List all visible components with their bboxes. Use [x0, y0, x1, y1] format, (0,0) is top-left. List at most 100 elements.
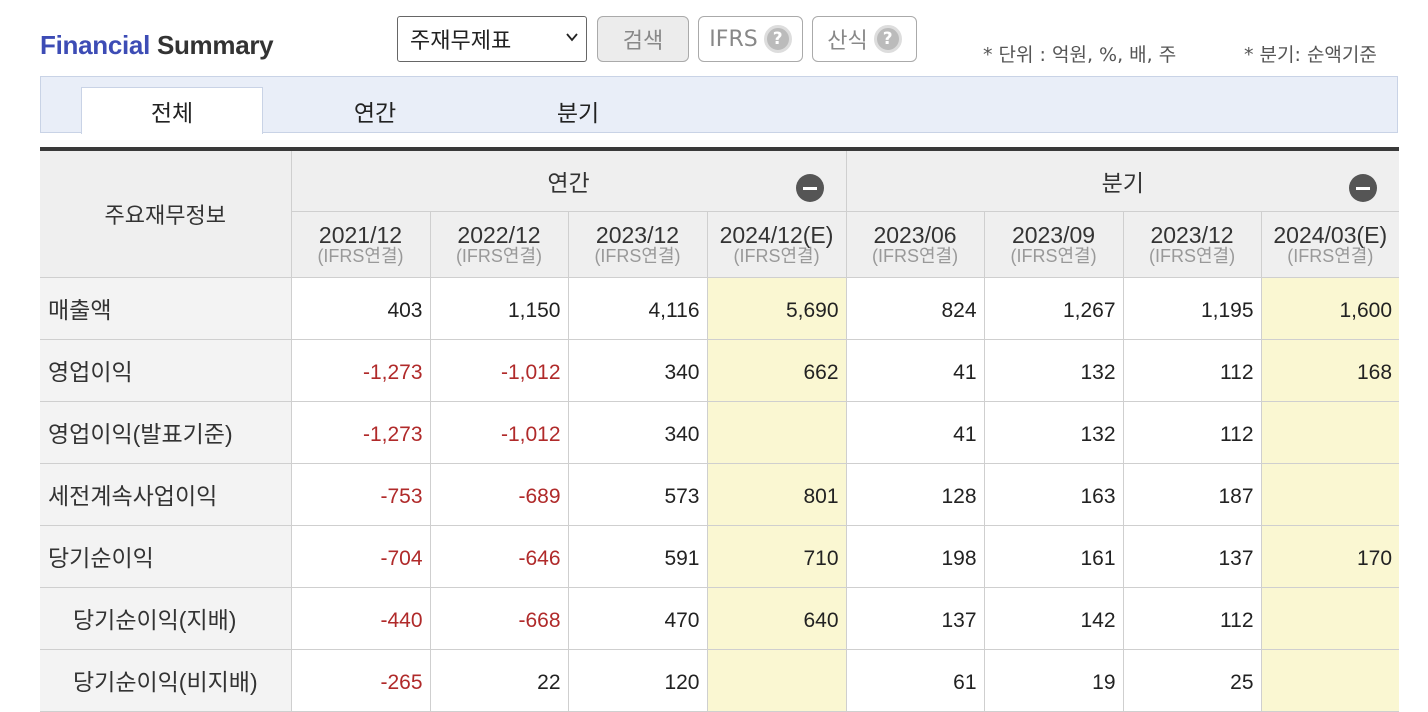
table-row: 당기순이익(지배) -440 -668 470 640 137 142 112: [40, 586, 1400, 650]
row-label[interactable]: 매출액: [40, 276, 292, 340]
title-financial: Financial: [40, 30, 150, 60]
table-cell: -689: [429, 462, 569, 526]
period-tab-bar: 전체 연간 분기: [40, 76, 1398, 134]
column-header: 2024/12(E) (IFRS연결): [706, 211, 847, 278]
table-cell: 161: [983, 524, 1124, 588]
search-button-label: 검색: [622, 29, 664, 54]
tab-annual[interactable]: 연간: [284, 87, 466, 134]
table-cell: 801: [706, 462, 847, 526]
column-period: 2022/12: [457, 221, 541, 248]
unit-note: * 단위 : 억원, %, 배, 주: [983, 44, 1177, 66]
column-period: 2023/12: [1150, 221, 1234, 248]
table-row: 세전계속사업이익 -753 -689 573 801 128 163 187: [40, 462, 1400, 526]
table-cell: 128: [845, 462, 985, 526]
row-label[interactable]: 당기순이익: [40, 524, 292, 588]
column-basis: (IFRS연결): [317, 246, 404, 267]
table-cell: 19: [983, 648, 1124, 712]
collapse-annual-icon[interactable]: [795, 174, 824, 202]
collapse-quarter-icon[interactable]: [1349, 174, 1378, 202]
table-cell: 710: [706, 524, 847, 588]
tab-annual-label: 연간: [353, 100, 397, 127]
table-cell: 22: [429, 648, 569, 712]
page-title: Financial Summary: [40, 30, 274, 61]
financial-summary-table: 주요재무정보 연간 분기 2021/12 (IFRS연결) 2022/12 (IFRS…: [40, 147, 1400, 712]
row-label[interactable]: 당기순이익(지배): [40, 586, 292, 650]
table-row: 매출액 403 1,150 4,116 5,690 824 1,267 1,195 1,600: [40, 276, 1400, 340]
column-period: 2023/12: [595, 221, 680, 248]
table-cell: 1,267: [983, 276, 1124, 340]
table-cell: [1260, 586, 1400, 650]
table-cell: 1,600: [1260, 276, 1400, 340]
column-basis: (IFRS연결): [1287, 246, 1374, 267]
tab-all[interactable]: 전체: [81, 87, 263, 134]
table-cell: 41: [845, 400, 985, 464]
row-label[interactable]: 영업이익(발표기준): [40, 400, 292, 464]
tab-quarter[interactable]: 분기: [487, 87, 669, 134]
column-header: 2023/12 (IFRS연결): [567, 211, 708, 278]
table-cell: -704: [290, 524, 431, 588]
table-cell: [1260, 462, 1400, 526]
table-cell: 662: [706, 338, 847, 402]
table-cell: 41: [845, 338, 985, 402]
table-cell: 5,690: [706, 276, 847, 340]
table-row: 영업이익 -1,273 -1,012 340 662 41 132 112 168: [40, 338, 1400, 402]
table-cell: 132: [983, 338, 1124, 402]
row-label[interactable]: 영업이익: [40, 338, 292, 402]
group-quarter-label: 분기: [1101, 170, 1144, 197]
table-cell: 1,150: [429, 276, 569, 340]
table-cell: 640: [706, 586, 847, 650]
column-basis: (IFRS연결): [455, 246, 543, 267]
table-cell: 340: [567, 400, 708, 464]
column-period: 2023/09: [1011, 221, 1096, 248]
statement-type-select[interactable]: 주재무제표: [397, 16, 587, 62]
table-cell: 142: [983, 586, 1124, 650]
column-header: 2024/03(E) (IFRS연결): [1260, 211, 1400, 278]
table-cell: 137: [1122, 524, 1262, 588]
ifrs-button[interactable]: IFRS ?: [698, 16, 803, 62]
table-cell: [706, 648, 847, 712]
column-header: 2023/06 (IFRS연결): [845, 211, 985, 278]
group-header-quarter: 분기: [845, 148, 1400, 213]
row-label[interactable]: 세전계속사업이익: [40, 462, 292, 526]
table-cell: 112: [1122, 400, 1262, 464]
quarter-basis-note: * 분기: 순액기준: [1244, 44, 1377, 66]
table-cell: 187: [1122, 462, 1262, 526]
search-button[interactable]: 검색: [597, 16, 689, 62]
formula-button[interactable]: 산식 ?: [812, 16, 917, 62]
corner-header: 주요재무정보: [40, 148, 292, 278]
formula-button-label: 산식: [827, 29, 868, 54]
column-basis: (IFRS연결): [1010, 246, 1097, 267]
column-header: 2022/12 (IFRS연결): [429, 211, 569, 278]
table-cell: -1,012: [429, 400, 569, 464]
column-basis: (IFRS연결): [1148, 246, 1236, 267]
group-annual-label: 연간: [547, 170, 590, 197]
table-row: 당기순이익(비지배) -265 22 120 61 19 25: [40, 648, 1400, 712]
column-period: 2024/12(E): [719, 221, 834, 248]
table-row: 당기순이익 -704 -646 591 710 198 161 137 170: [40, 524, 1400, 588]
table-cell: 340: [567, 338, 708, 402]
table-cell: -646: [429, 524, 569, 588]
tab-all-label: 전체: [150, 101, 194, 127]
table-cell: -1,012: [429, 338, 569, 402]
column-header: 2021/12 (IFRS연결): [291, 211, 431, 278]
column-basis: (IFRS연결): [733, 246, 820, 267]
table-cell: 198: [845, 524, 985, 588]
table-cell: 170: [1260, 524, 1400, 588]
ifrs-button-label: IFRS: [709, 26, 758, 52]
table-cell: 132: [983, 400, 1124, 464]
table-cell: 573: [567, 462, 708, 526]
help-icon: ?: [763, 25, 792, 53]
table-cell: 25: [1122, 648, 1262, 712]
tab-quarter-label: 분기: [556, 100, 600, 127]
row-label[interactable]: 당기순이익(비지배): [40, 648, 292, 712]
table-cell: -753: [290, 462, 431, 526]
table-cell: 824: [845, 276, 985, 340]
table-cell: 112: [1122, 586, 1262, 650]
table-cell: 120: [567, 648, 708, 712]
column-header: 2023/12 (IFRS연결): [1122, 211, 1262, 278]
table-cell: 168: [1260, 338, 1400, 402]
table-cell: 470: [567, 586, 708, 650]
help-icon: ?: [873, 25, 902, 53]
table-cell: 163: [983, 462, 1124, 526]
column-basis: (IFRS연결): [594, 246, 681, 267]
